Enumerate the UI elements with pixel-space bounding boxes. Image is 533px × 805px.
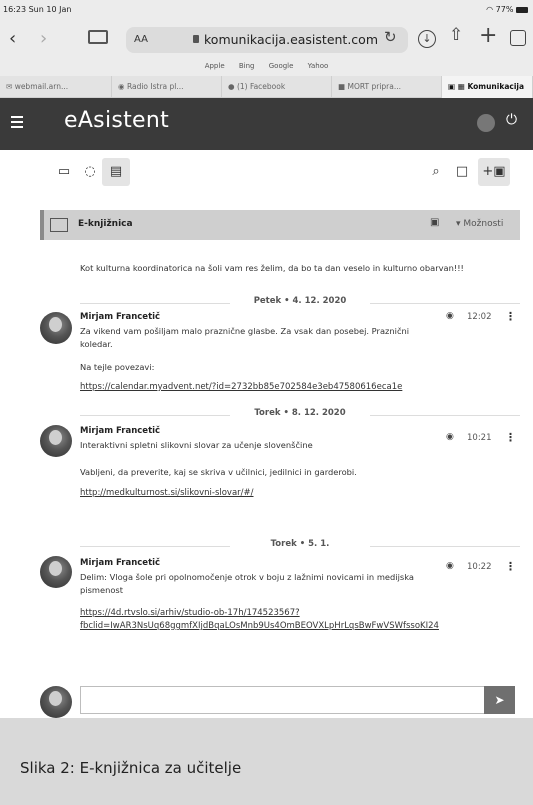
post-author[interactable]: Mirjam Francetič xyxy=(80,312,160,322)
bookmark-yahoo[interactable]: Yahoo xyxy=(308,62,329,70)
date-separator: Torek • 5. 1. xyxy=(80,539,520,553)
content-toolbar: ▭ ◌ ▤ ⌕ □ +▣ xyxy=(40,158,510,188)
post-author[interactable]: Mirjam Francetič xyxy=(80,558,160,568)
reader-view-button[interactable]: AA xyxy=(134,34,148,45)
close-tab-icon[interactable]: ▣ xyxy=(448,83,455,91)
figure-caption: Slika 2: E-knjižnica za učitelje xyxy=(20,759,242,777)
status-time: 16:23 Sun 10 Jan xyxy=(3,5,72,14)
tab-mort[interactable]: ■ MORT pripra... xyxy=(332,76,442,98)
tab-webmail[interactable]: ✉ webmail.arn... xyxy=(0,76,112,98)
inbox-icon[interactable]: ▭ xyxy=(50,158,78,186)
wifi-icon: ◠ xyxy=(486,5,494,14)
message-input[interactable] xyxy=(80,686,515,714)
share-icon[interactable]: ⇧ xyxy=(449,27,463,44)
section-header: E-knjižnica ▣ ▾ Možnosti xyxy=(40,210,520,240)
send-button[interactable]: ➤ xyxy=(484,686,515,714)
post-link[interactable]: https://calendar.myadvent.net/?id=2732bb… xyxy=(80,382,402,392)
lock-icon xyxy=(193,35,199,43)
logout-icon[interactable]: ⏻ xyxy=(506,113,517,127)
date-separator: Petek • 4. 12. 2020 xyxy=(80,296,520,310)
tab-komunikacija[interactable]: ▣ ▦ Komunikacija xyxy=(442,76,533,98)
status-bar: 16:23 Sun 10 Jan ◠ 77% xyxy=(0,0,533,20)
add-channel-button[interactable]: +▣ xyxy=(478,158,510,186)
mort-favicon-icon: ■ xyxy=(338,82,346,91)
download-icon[interactable]: ↓ xyxy=(418,30,436,48)
post-time: 10:21 xyxy=(467,433,492,443)
favorites-bar: Apple Bing Google Yahoo xyxy=(0,62,533,76)
battery-percent: 77% xyxy=(495,5,514,14)
post-text: Vabljeni, da preverite, kaj se skriva v … xyxy=(80,467,357,477)
post-time: 12:02 xyxy=(467,312,492,322)
tab-label: webmail.arn... xyxy=(14,82,69,91)
user-avatar[interactable] xyxy=(477,114,495,132)
figure-caption-area: Slika 2: E-knjižnica za učitelje xyxy=(0,718,533,805)
webmail-favicon-icon: ✉ xyxy=(6,82,13,91)
browser-tab-strip: ✉ webmail.arn... ◉ Radio Istra pl... ● (… xyxy=(0,76,533,98)
post-link[interactable]: https://4d.rtvslo.si/arhiv/studio-ob-17h… xyxy=(80,608,300,618)
post-text: Za vikend vam pošiljam malo praznične gl… xyxy=(80,326,410,349)
app-header: eAsistent ⏻ xyxy=(0,98,533,150)
bookmark-google[interactable]: Google xyxy=(269,62,294,70)
comment-icon[interactable]: ◌ xyxy=(76,158,104,186)
post-time: 10:22 xyxy=(467,562,492,572)
post-author[interactable]: Mirjam Francetič xyxy=(80,426,160,436)
caret-down-icon: ▾ xyxy=(456,219,461,229)
select-square-icon[interactable]: □ xyxy=(448,158,476,186)
tabs-overview-icon[interactable] xyxy=(510,30,526,46)
more-options-icon[interactable]: ⋮ xyxy=(505,432,516,443)
avatar[interactable] xyxy=(40,312,72,344)
section-title: E-knjižnica xyxy=(78,219,133,229)
send-icon: ➤ xyxy=(494,693,505,707)
address-bar[interactable]: AA komunikacija.easistent.com ↻ xyxy=(126,27,408,53)
eye-icon[interactable]: ◉ xyxy=(446,562,454,571)
eye-icon[interactable]: ◉ xyxy=(446,433,454,442)
avatar[interactable] xyxy=(40,556,72,588)
eye-icon[interactable]: ◉ xyxy=(446,312,454,321)
reload-icon[interactable]: ↻ xyxy=(384,30,397,45)
forward-icon[interactable]: › xyxy=(40,30,47,48)
battery-indicator: ◠ 77% xyxy=(486,5,528,14)
avatar[interactable] xyxy=(40,425,72,457)
tab-label: Radio Istra pl... xyxy=(126,82,184,91)
video-icon[interactable]: ▣ xyxy=(430,218,439,228)
url-text[interactable]: komunikacija.easistent.com xyxy=(204,32,378,47)
library-view-icon[interactable]: ▤ xyxy=(102,158,130,186)
tab-facebook[interactable]: ● (1) Facebook xyxy=(222,76,332,98)
date-separator: Torek • 8. 12. 2020 xyxy=(80,408,520,422)
tab-label: MORT pripra... xyxy=(347,82,402,91)
intro-message: Kot kulturna koordinatorica na šoli vam … xyxy=(80,263,464,273)
more-options-icon[interactable]: ⋮ xyxy=(505,311,516,322)
tab-label: Komunikacija xyxy=(467,82,525,91)
bookmarks-book-icon[interactable] xyxy=(88,30,108,44)
post-link[interactable]: fbclid=IwAR3NsUq68ggmfXIjdBqaLOsMnb9Us4O… xyxy=(80,621,520,631)
options-menu[interactable]: ▾ Možnosti xyxy=(456,219,503,229)
bookmark-bing[interactable]: Bing xyxy=(239,62,255,70)
back-icon[interactable]: ‹ xyxy=(9,30,16,48)
bookmark-apple[interactable]: Apple xyxy=(205,62,225,70)
search-icon[interactable]: ⌕ xyxy=(422,158,450,186)
hamburger-menu-icon[interactable] xyxy=(11,116,23,128)
radio-favicon-icon: ◉ xyxy=(118,82,125,91)
facebook-favicon-icon: ● xyxy=(228,82,235,91)
post-link[interactable]: http://medkulturnost.si/slikovni-slovar/… xyxy=(80,488,254,498)
new-tab-icon[interactable]: + xyxy=(479,25,497,47)
library-icon xyxy=(50,218,68,232)
tab-label: (1) Facebook xyxy=(236,82,286,91)
options-label: Možnosti xyxy=(463,219,504,229)
browser-toolbar: ‹ › AA komunikacija.easistent.com ↻ ↓ ⇧ … xyxy=(0,20,533,62)
post-text: Na tejle povezavi: xyxy=(80,362,155,372)
more-options-icon[interactable]: ⋮ xyxy=(505,561,516,572)
app-title[interactable]: eAsistent xyxy=(64,108,169,133)
easistent-favicon-icon: ▦ xyxy=(457,82,465,91)
post-text: Delim: Vloga šole pri opolnomočenje otro… xyxy=(80,572,414,595)
battery-icon xyxy=(516,6,528,13)
post-text: Interaktivni spletni slikovni slovar za … xyxy=(80,440,313,450)
avatar[interactable] xyxy=(40,686,72,718)
tab-radio-istra[interactable]: ◉ Radio Istra pl... xyxy=(112,76,222,98)
